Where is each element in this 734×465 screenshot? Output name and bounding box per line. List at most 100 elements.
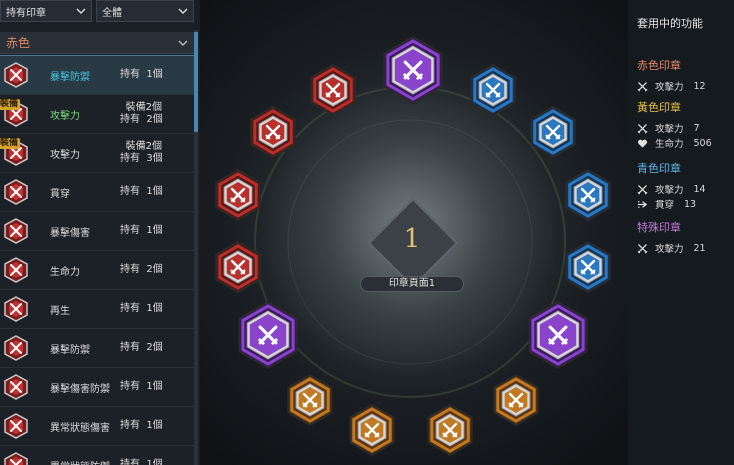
seal-name: 暴擊傷害 <box>50 227 90 239</box>
page-label[interactable]: 印章頁面1 <box>360 276 464 292</box>
red-seal-icon <box>3 413 29 439</box>
seal-section-title: 黃色印章 <box>637 101 681 114</box>
stat-row: 生命力 506 <box>637 136 712 150</box>
red-seal-icon <box>3 452 29 465</box>
purple-seal-slot[interactable] <box>379 35 447 107</box>
seal-name: 暴擊傷害防禦 <box>50 383 110 395</box>
seal-count: 持有 1個 <box>120 303 163 314</box>
swords-icon <box>637 184 648 195</box>
heart-icon <box>637 138 648 149</box>
orange-seal-slot[interactable] <box>490 373 542 429</box>
chevron-down-icon <box>178 40 188 46</box>
seal-list-item[interactable]: 生命力 持有 2個 <box>0 251 194 290</box>
blue-seal-slot[interactable] <box>467 63 519 119</box>
stat-row: 攻擊力 12 <box>637 79 706 93</box>
category-header-red[interactable]: 赤色 <box>0 32 194 54</box>
seal-name: 攻擊力 <box>50 149 80 161</box>
owned-filter-dropdown[interactable]: 持有印章 <box>0 0 92 22</box>
stat-row: 貫穿 13 <box>637 197 696 211</box>
red-seal-slot[interactable] <box>212 168 264 224</box>
seal-name: 貫穿 <box>50 188 70 200</box>
scrollbar-thumb[interactable] <box>194 32 198 132</box>
red-seal-slot[interactable] <box>307 63 359 119</box>
stat-row: 攻擊力 21 <box>637 241 706 255</box>
seal-name: 暴擊防禦 <box>50 344 90 356</box>
seal-section-title: 赤色印章 <box>637 59 681 72</box>
scope-filter-dropdown[interactable]: 全體 <box>96 0 194 22</box>
seal-count: 裝備2個 持有 3個 <box>120 141 163 164</box>
seal-list-item[interactable]: 暴擊防禦 持有 1個 <box>0 55 195 96</box>
stat-label: 攻擊力 <box>655 82 684 93</box>
seal-count: 持有 1個 <box>120 420 163 431</box>
seal-count: 持有 1個 <box>120 225 163 236</box>
stat-label: 攻擊力 <box>655 124 684 135</box>
scope-filter-label: 全體 <box>102 7 122 19</box>
seal-list-item[interactable]: 貫穿 持有 1個 <box>0 173 194 212</box>
seal-section-title: 特殊印章 <box>637 221 681 234</box>
blue-seal-slot[interactable] <box>527 105 579 161</box>
seal-name: 暴擊防禦 <box>50 71 90 83</box>
seal-list-item[interactable]: 暴擊防禦 持有 2個 <box>0 329 194 368</box>
seal-list-item[interactable]: 再生 持有 1個 <box>0 290 194 329</box>
seal-name: 攻擊力 <box>50 110 80 122</box>
seal-count: 裝備2個 持有 2個 <box>120 102 163 125</box>
seal-list-item[interactable]: 暴擊傷害 持有 1個 <box>0 212 194 251</box>
equipped-badge: 裝備 <box>0 138 21 149</box>
red-seal-icon <box>3 374 29 400</box>
red-seal-icon <box>3 218 29 244</box>
stat-value: 13 <box>684 198 697 210</box>
seal-list-item[interactable]: 裝備攻擊力 裝備2個 持有 2個 <box>0 95 194 134</box>
seal-count: 持有 1個 <box>120 186 163 197</box>
stat-label: 貫穿 <box>655 200 675 211</box>
red-seal-icon <box>3 257 29 283</box>
stat-row: 攻擊力 7 <box>637 121 700 135</box>
swords-icon <box>637 123 648 134</box>
red-seal-slot[interactable] <box>212 240 264 296</box>
stat-value: 506 <box>693 137 712 149</box>
orange-seal-slot[interactable] <box>284 373 336 429</box>
filter-bar: 持有印章 全體 <box>0 0 200 26</box>
page-number: 1 <box>403 224 421 254</box>
stat-value: 21 <box>693 242 706 254</box>
stat-value: 12 <box>693 80 706 92</box>
applied-effects-panel: 套用中的功能 赤色印章 攻擊力 12 黃色印章 攻擊力 7 生命力 506 青色印章 攻擊力 14 貫… <box>628 0 734 465</box>
applied-effects-title: 套用中的功能 <box>637 17 703 30</box>
seal-list: 暴擊防禦 持有 1個 裝備 攻擊力 裝備2個 持有 2個 裝備 攻擊力 裝備2個 持有 3… <box>0 55 195 465</box>
seal-name: 再生 <box>50 305 70 317</box>
blue-seal-slot[interactable] <box>562 168 614 224</box>
blue-seal-slot[interactable] <box>562 240 614 296</box>
category-label: 赤色 <box>6 36 31 50</box>
seal-name: 異常狀態防禦 <box>50 458 120 465</box>
red-seal-icon <box>3 296 29 322</box>
orange-seal-slot[interactable] <box>424 403 476 459</box>
orange-seal-slot[interactable] <box>346 403 398 459</box>
seal-list-item[interactable]: 暴擊傷害防禦 持有 1個 <box>0 368 194 407</box>
chevron-down-icon <box>76 8 86 14</box>
seal-count: 持有 2個 <box>120 342 163 353</box>
equipped-badge: 裝備 <box>0 99 21 110</box>
owned-filter-label: 持有印章 <box>6 7 46 19</box>
chevron-down-icon <box>178 8 188 14</box>
swords-icon <box>637 243 648 254</box>
seal-count: 持有 1個 <box>120 381 163 392</box>
seal-list-item[interactable]: 異常狀態防禦持有 1個 <box>0 446 194 465</box>
red-seal-slot[interactable] <box>247 105 299 161</box>
red-seal-icon <box>3 335 29 361</box>
seal-count: 持有 1個 <box>120 459 163 465</box>
seal-list-item[interactable]: 裝備攻擊力 裝備2個 持有 3個 <box>0 134 194 173</box>
seal-list-panel: 持有印章 全體 赤色 暴擊防禦 持有 1個 裝備 攻擊力 裝備2個 持有 2個 裝備攻… <box>0 0 200 465</box>
seal-board: 1 印章頁面1 <box>200 0 628 465</box>
stat-label: 生命力 <box>655 139 684 150</box>
seal-name: 異常狀態傷害 <box>50 422 110 434</box>
scrollbar[interactable] <box>194 30 198 465</box>
purple-seal-slot[interactable] <box>524 300 592 372</box>
stat-row: 攻擊力 14 <box>637 182 706 196</box>
seal-section-title: 青色印章 <box>637 162 681 175</box>
stat-value: 7 <box>693 122 700 134</box>
seal-count: 持有 1個 <box>120 69 163 80</box>
stat-value: 14 <box>693 183 706 195</box>
red-seal-icon <box>3 62 29 88</box>
seal-list-item[interactable]: 異常狀態傷害 持有 1個 <box>0 407 194 446</box>
stat-label: 攻擊力 <box>655 185 684 196</box>
purple-seal-slot[interactable] <box>234 300 302 372</box>
